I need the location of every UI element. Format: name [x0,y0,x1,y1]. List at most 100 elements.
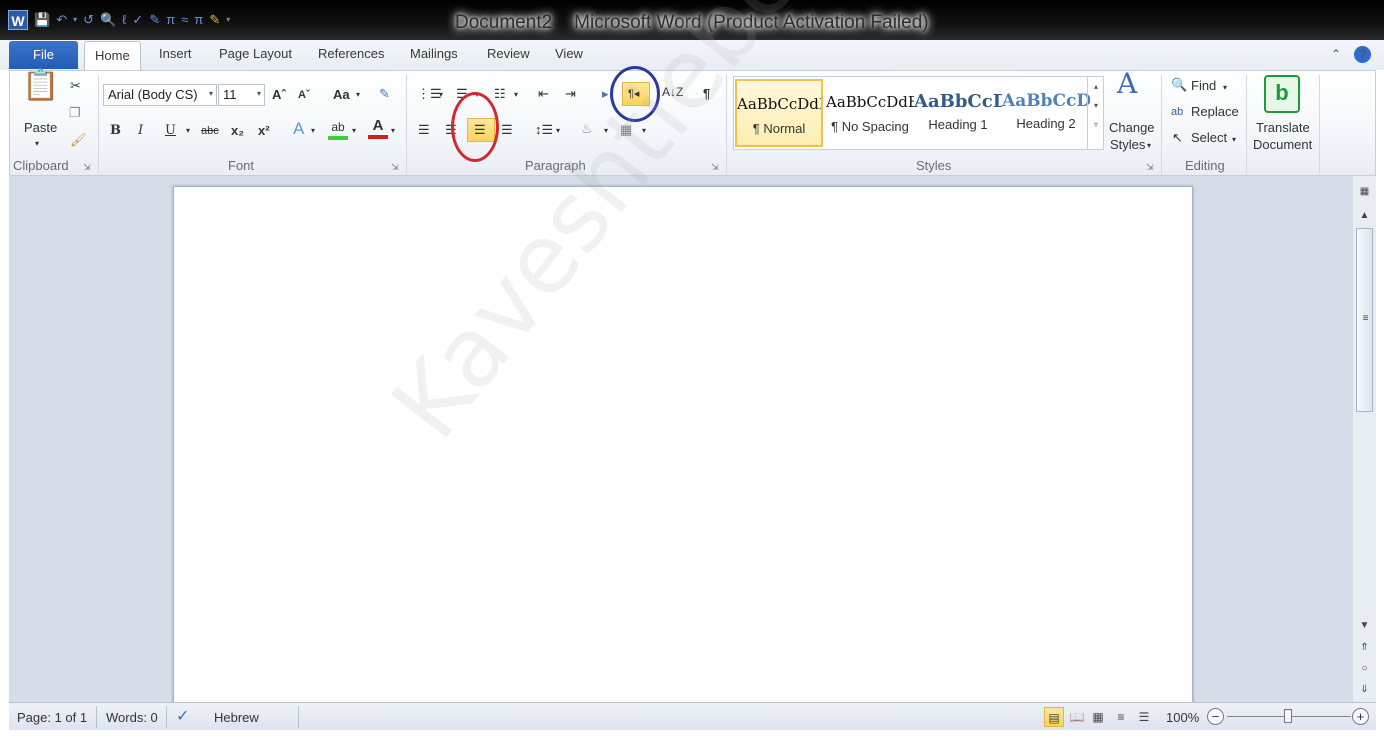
change-styles-button[interactable]: Change [1109,120,1155,135]
line-spacing-dropdown-icon[interactable]: ▾ [556,122,560,140]
more-styles-icon[interactable]: ▿ [1088,120,1104,129]
styles-launcher-icon[interactable]: ⇲ [1146,162,1154,173]
change-styles-dropdown-icon[interactable]: ▾ [1147,137,1151,155]
tab-insert[interactable]: Insert [159,46,192,61]
multilevel-list-icon[interactable]: ☷ [494,85,506,103]
proofing-icon[interactable]: ✓ [176,706,189,726]
text-effects-dropdown-icon[interactable]: ▾ [311,122,315,140]
customize-qat-icon[interactable]: ▾ [226,11,230,29]
redo-icon[interactable]: ↺ [83,11,94,29]
draft-view-icon[interactable]: ☰ [1134,707,1154,727]
underline-dropdown-icon[interactable]: ▾ [186,122,190,140]
print-preview-icon[interactable]: 🔍 [100,11,116,29]
multilevel-dropdown-icon[interactable]: ▾ [514,86,518,104]
font-color-dropdown-icon[interactable]: ▾ [391,122,395,140]
style-heading-1[interactable]: AaBbCcDdEe Heading 1 [914,79,1002,147]
ruler-toggle-icon[interactable]: ▦ [1353,186,1376,197]
translate-icon[interactable]: b [1264,75,1300,113]
highlight-button[interactable]: ab [328,118,348,140]
undo-dropdown-icon[interactable]: ▾ [73,11,77,29]
find-icon[interactable]: 🔍 [1171,76,1187,94]
language-indicator[interactable]: Hebrew [214,710,259,725]
bullets-icon[interactable]: ⋮☰ [417,85,442,103]
font-color-button[interactable]: A [368,117,388,139]
tab-view[interactable]: View [555,46,583,61]
text-effects-button[interactable]: A [293,120,304,138]
approx-icon[interactable]: ≈ [181,11,188,29]
clear-formatting-icon[interactable]: ✎ [379,85,390,103]
bold-button[interactable]: B [110,122,121,140]
zoom-slider-thumb[interactable] [1284,709,1292,723]
style-normal[interactable]: AaBbCcDdEe ¶ Normal [735,79,823,147]
paste-dropdown-icon[interactable]: ▾ [35,135,39,153]
underline-button[interactable]: U [165,122,176,140]
select-icon[interactable]: ↖ [1172,129,1183,147]
font-size-select[interactable]: 11 ▾ [218,84,265,106]
change-styles-icon[interactable]: A [1117,70,1137,98]
increase-indent-icon[interactable]: ⇥ [565,85,576,103]
pi-icon[interactable]: π [194,11,203,29]
superscript-button[interactable]: x² [258,122,270,140]
grow-font-button[interactable]: Aˆ [272,86,286,104]
italic-button[interactable]: I [138,122,143,140]
zoom-in-button[interactable]: + [1352,708,1369,725]
full-screen-reading-icon[interactable]: 📖 [1067,707,1087,727]
font-launcher-icon[interactable]: ⇲ [391,162,399,173]
find-dropdown-icon[interactable]: ▾ [1223,79,1227,97]
minimize-ribbon-icon[interactable]: ⌃ [1331,47,1341,61]
word-logo-icon[interactable]: W [8,10,28,30]
subscript-button[interactable]: x₂ [231,122,244,140]
paste-button[interactable]: Paste [24,120,57,135]
style-no-spacing[interactable]: AaBbCcDdEe ¶ No Spacing [826,79,914,147]
document-page[interactable] [173,186,1193,706]
copy-icon[interactable]: ❐ [69,104,81,122]
browse-object-icon[interactable]: ○ [1353,663,1376,674]
zoom-level[interactable]: 100% [1166,710,1199,725]
tab-page-layout[interactable]: Page Layout [219,46,292,61]
word-count[interactable]: Words: 0 [106,710,158,725]
next-page-icon[interactable]: ⇓ [1353,684,1376,695]
help-icon[interactable]: ? [1354,46,1371,63]
cut-icon[interactable]: ✂ [70,77,81,95]
print-layout-view-icon[interactable]: ▤ [1044,707,1064,727]
vertical-scrollbar[interactable]: ▦ ▲ ≡ ▼ ⇑ ○ ⇓ [1353,176,1376,702]
select-dropdown-icon[interactable]: ▾ [1232,131,1236,149]
scroll-up-icon[interactable]: ▴ [1088,82,1104,91]
pi-icon[interactable]: π [166,11,175,29]
draw-icon[interactable]: ✎ [149,11,160,29]
replace-button[interactable]: Replace [1191,104,1239,119]
change-case-dropdown-icon[interactable]: ▾ [356,86,360,104]
bullets-dropdown-icon[interactable]: ▾ [439,86,443,104]
decrease-indent-icon[interactable]: ⇤ [538,85,549,103]
highlight-dropdown-icon[interactable]: ▾ [352,122,356,140]
find-button[interactable]: Find [1191,78,1216,93]
styles-gallery-scroll[interactable]: ▴ ▾ ▿ [1087,76,1104,150]
page-count[interactable]: Page: 1 of 1 [17,710,87,725]
tab-file[interactable]: File [9,41,78,69]
translate-button[interactable]: Translate [1256,120,1310,135]
tab-review[interactable]: Review [487,46,530,61]
previous-page-icon[interactable]: ⇑ [1353,642,1376,653]
shrink-font-button[interactable]: Aˇ [298,86,310,104]
line-spacing-icon[interactable]: ↕☰ [535,121,553,139]
paragraph-launcher-icon[interactable]: ⇲ [711,162,719,173]
scroll-down-icon[interactable]: ▾ [1088,101,1104,110]
zoom-out-button[interactable]: − [1207,708,1224,725]
highlight-icon[interactable]: ✎ [209,11,220,29]
tab-references[interactable]: References [318,46,384,61]
select-button[interactable]: Select [1191,130,1227,145]
web-layout-icon[interactable]: ▦ [1088,707,1108,727]
scroll-up-arrow-icon[interactable]: ▲ [1353,210,1376,221]
paste-icon[interactable]: 📋 [22,71,59,101]
strikethrough-button[interactable]: abc [201,122,219,140]
undo-icon[interactable]: ↶ [56,11,67,29]
replace-icon[interactable]: ab [1171,103,1183,121]
align-left-icon[interactable]: ☰ [418,121,430,139]
save-icon[interactable]: 💾 [34,11,50,29]
spell-check-icon[interactable]: ✓ [132,11,143,29]
scroll-down-arrow-icon[interactable]: ▼ [1353,620,1376,631]
style-heading-2[interactable]: AaBbCcDdEe Heading 2 [1002,79,1090,147]
tab-mailings[interactable]: Mailings [410,46,458,61]
justify-icon[interactable]: ☰ [501,121,513,139]
format-painter-qat-icon[interactable]: ℓ [122,11,126,29]
